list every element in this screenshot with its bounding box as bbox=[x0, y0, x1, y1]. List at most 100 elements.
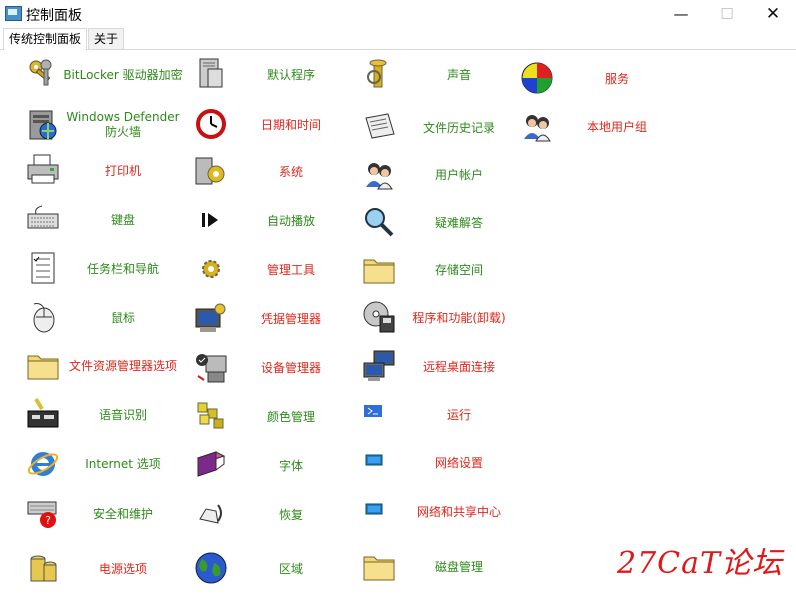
control-panel-item[interactable]: 键盘 bbox=[26, 198, 186, 242]
firewall-icon bbox=[26, 107, 60, 141]
keys-icon bbox=[26, 57, 60, 91]
control-panel-item[interactable]: 电源选项 bbox=[26, 547, 186, 591]
item-label: 本地用户组 bbox=[586, 119, 647, 134]
control-panel-item[interactable]: Windows Defender 防火墙 bbox=[26, 103, 186, 147]
control-panel-item[interactable]: 存储空间 bbox=[362, 248, 522, 292]
play-icon bbox=[194, 203, 228, 237]
control-panel-item[interactable]: 鼠标 bbox=[26, 296, 186, 340]
control-panel-item[interactable]: 网络和共享中心 bbox=[362, 490, 522, 534]
credential-icon bbox=[194, 301, 228, 335]
item-label: 设备管理器 bbox=[260, 360, 321, 375]
item-label: 用户帐户 bbox=[434, 167, 483, 182]
tuba-icon bbox=[362, 57, 396, 91]
control-panel-item[interactable]: 设备管理器 bbox=[194, 346, 354, 390]
control-panel-item[interactable]: ? 安全和维护 bbox=[26, 492, 186, 536]
control-panel-item[interactable]: 疑难解答 bbox=[362, 201, 522, 245]
item-label: 电源选项 bbox=[98, 561, 147, 576]
item-label: 自动播放 bbox=[266, 213, 315, 228]
battery-icon bbox=[26, 551, 60, 585]
control-panel-item[interactable]: 区域 bbox=[194, 547, 354, 591]
device-icon bbox=[194, 350, 228, 384]
close-button[interactable]: ✕ bbox=[750, 0, 796, 28]
cd-drive-icon bbox=[362, 300, 396, 334]
item-label: 服务 bbox=[604, 71, 629, 86]
tab-about[interactable]: 关于 bbox=[88, 28, 125, 49]
security-icon: ? bbox=[26, 496, 60, 530]
item-label: 键盘 bbox=[110, 212, 135, 227]
minimize-button[interactable]: — bbox=[658, 0, 704, 28]
computer-tower-icon bbox=[194, 57, 228, 91]
system-icon bbox=[194, 154, 228, 188]
clock-icon bbox=[194, 107, 228, 141]
book-icon bbox=[194, 448, 228, 482]
title-bar: 控制面板 — ☐ ✕ bbox=[0, 0, 796, 28]
item-label: 默认程序 bbox=[266, 67, 315, 82]
item-label: 运行 bbox=[446, 407, 471, 422]
item-label: 网络和共享中心 bbox=[416, 504, 501, 519]
control-panel-item[interactable]: 任务栏和导航 bbox=[26, 247, 186, 291]
control-panel-item[interactable]: 日期和时间 bbox=[194, 103, 354, 147]
cubes-icon bbox=[194, 399, 228, 433]
control-panel-item[interactable]: 打印机 bbox=[26, 149, 186, 193]
control-panel-item[interactable]: BitLocker 驱动器加密 bbox=[26, 53, 186, 97]
keyboard-icon bbox=[26, 202, 60, 236]
control-panel-item[interactable]: 服务 bbox=[520, 57, 680, 101]
item-label: Windows Defender 防火墙 bbox=[66, 110, 180, 139]
watermark: 27CaT论坛 bbox=[617, 546, 784, 581]
globe-icon bbox=[194, 551, 228, 585]
ie-icon bbox=[26, 446, 60, 480]
folder-icon bbox=[362, 252, 396, 286]
checklist-icon bbox=[26, 251, 60, 285]
folder-icon bbox=[362, 549, 396, 583]
item-label: BitLocker 驱动器加密 bbox=[63, 67, 183, 82]
item-label: 语音识别 bbox=[98, 407, 147, 422]
control-panel-item[interactable]: 默认程序 bbox=[194, 53, 354, 97]
control-panel-items: BitLocker 驱动器加密 Windows Defender 防火墙打印机键盘… bbox=[0, 50, 796, 598]
control-panel-item[interactable]: Internet 选项 bbox=[26, 442, 186, 486]
control-panel-item[interactable]: 运行 bbox=[362, 393, 522, 437]
item-label: 磁盘管理 bbox=[434, 559, 483, 574]
control-panel-item[interactable]: 字体 bbox=[194, 444, 354, 488]
control-panel-item[interactable]: 管理工具 bbox=[194, 248, 354, 292]
item-label: 疑难解答 bbox=[434, 215, 483, 230]
speech-icon bbox=[26, 397, 60, 431]
control-panel-item[interactable]: 自动播放 bbox=[194, 199, 354, 243]
control-panel-item[interactable]: 系统 bbox=[194, 150, 354, 194]
users-icon bbox=[362, 157, 396, 191]
control-panel-item[interactable]: 凭据管理器 bbox=[194, 297, 354, 341]
control-panel-item[interactable]: 磁盘管理 bbox=[362, 545, 522, 589]
control-panel-item[interactable]: 声音 bbox=[362, 53, 522, 97]
run-icon bbox=[362, 397, 396, 431]
maximize-button[interactable]: ☐ bbox=[704, 0, 750, 28]
item-label: 鼠标 bbox=[110, 310, 135, 325]
item-label: 网络设置 bbox=[434, 455, 483, 470]
magnifier-icon bbox=[362, 205, 396, 239]
item-label: 远程桌面连接 bbox=[422, 359, 495, 374]
control-panel-item[interactable]: 用户帐户 bbox=[362, 153, 522, 197]
control-panel-item[interactable]: 颜色管理 bbox=[194, 395, 354, 439]
control-panel-item[interactable]: 本地用户组 bbox=[520, 105, 680, 149]
item-label: 凭据管理器 bbox=[260, 311, 321, 326]
control-panel-item[interactable]: 文件资源管理器选项 bbox=[26, 344, 186, 388]
item-label: 声音 bbox=[446, 67, 471, 82]
item-label: 字体 bbox=[278, 458, 303, 473]
gear-icon bbox=[194, 252, 228, 286]
item-label: 颜色管理 bbox=[266, 409, 315, 424]
item-label: 安全和维护 bbox=[92, 506, 153, 521]
ball-icon bbox=[520, 61, 554, 95]
control-panel-item[interactable]: 网络设置 bbox=[362, 441, 522, 485]
item-label: 文件资源管理器选项 bbox=[68, 358, 177, 373]
window-title: 控制面板 bbox=[26, 8, 82, 24]
item-label: 打印机 bbox=[104, 163, 141, 178]
tab-classic-control-panel[interactable]: 传统控制面板 bbox=[3, 28, 88, 50]
control-panel-item[interactable]: 语音识别 bbox=[26, 393, 186, 437]
item-label: 存储空间 bbox=[434, 262, 483, 277]
control-panel-item[interactable]: 恢复 bbox=[194, 493, 354, 537]
users-icon bbox=[520, 109, 554, 143]
control-panel-item[interactable]: 程序和功能(卸载) bbox=[362, 296, 522, 340]
svg-text:?: ? bbox=[45, 514, 51, 527]
control-panel-item[interactable]: 远程桌面连接 bbox=[362, 345, 522, 389]
control-panel-item[interactable]: 文件历史记录 bbox=[362, 106, 522, 150]
newspaper-icon bbox=[362, 110, 396, 144]
folder-icon bbox=[26, 348, 60, 382]
